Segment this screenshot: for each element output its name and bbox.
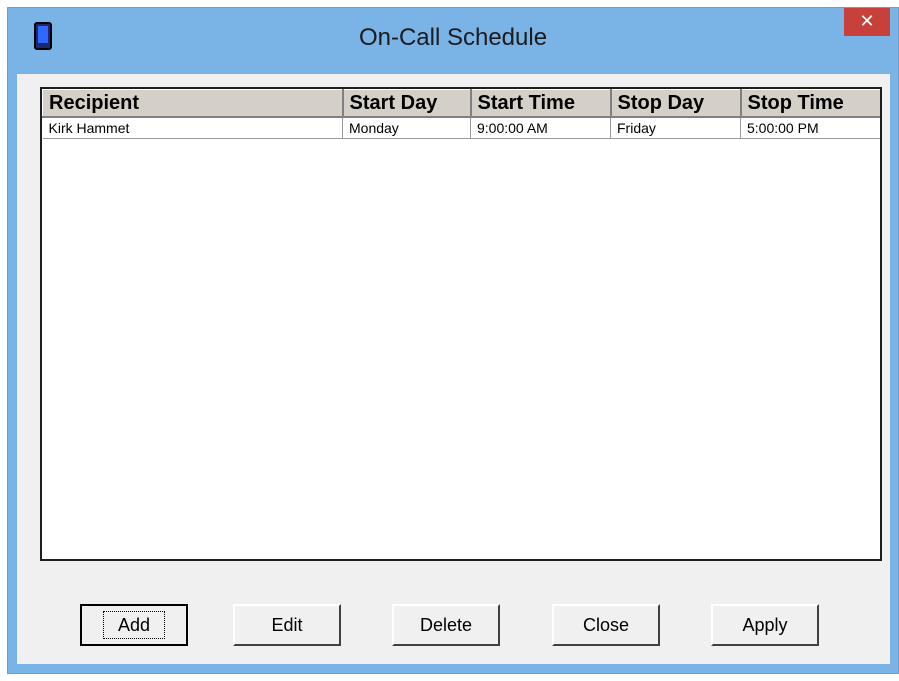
delete-button[interactable]: Delete [392,604,500,646]
cell-start-day: Monday [342,117,471,139]
close-button[interactable]: Close [552,604,660,646]
schedule-list[interactable]: Recipient Start Day Start Time Stop Day … [40,87,882,561]
window-title: On-Call Schedule [358,24,548,51]
table-header-row: Recipient Start Day Start Time Stop Day … [42,89,880,118]
add-button-label: Add [102,611,166,639]
column-header-stop-time[interactable]: Stop Time [740,89,880,118]
cell-recipient: Kirk Hammet [42,117,343,139]
close-window-button[interactable]: ✕ [844,8,890,36]
table-row[interactable]: Kirk Hammet Monday 9:00:00 AM Friday 5:0… [42,117,880,139]
cell-start-time: 9:00:00 AM [470,117,611,139]
dialog-client-area: Recipient Start Day Start Time Stop Day … [17,74,890,664]
column-header-start-time[interactable]: Start Time [470,89,612,118]
column-header-stop-day[interactable]: Stop Day [610,89,742,118]
cell-stop-time: 5:00:00 PM [740,117,880,139]
edit-button[interactable]: Edit [233,604,341,646]
title-bar[interactable]: On-Call Schedule ✕ [8,8,898,72]
cell-stop-day: Friday [610,117,741,139]
add-button[interactable]: Add [80,604,188,646]
column-header-start-day[interactable]: Start Day [342,89,472,118]
apply-button[interactable]: Apply [711,604,819,646]
dialog-window: On-Call Schedule ✕ Recipient Start Day S… [7,7,899,674]
schedule-table: Recipient Start Day Start Time Stop Day … [42,89,880,139]
column-header-recipient[interactable]: Recipient [42,89,344,118]
